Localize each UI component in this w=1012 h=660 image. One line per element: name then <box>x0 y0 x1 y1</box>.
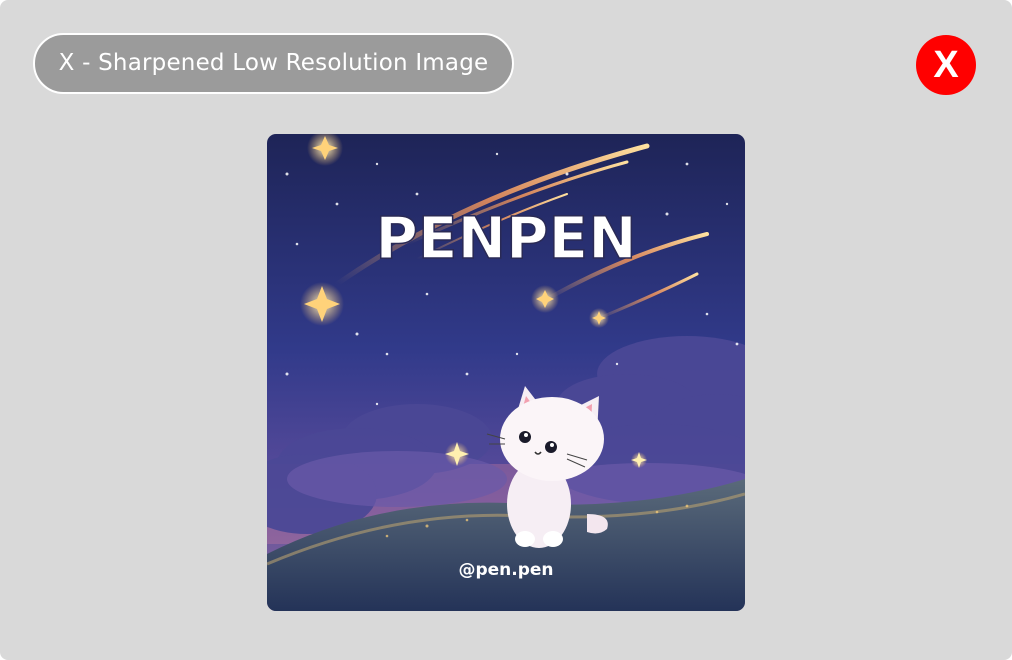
artwork-title: PENPEN <box>375 204 636 272</box>
artwork-handle: @pen.pen <box>458 560 553 580</box>
preview-image: PENPEN @pen.pen <box>267 134 745 611</box>
image-preview-dialog: X - Sharpened Low Resolution Image X PEN… <box>0 0 1012 660</box>
night-sky-cat-illustration: PENPEN @pen.pen <box>267 134 745 611</box>
close-button[interactable]: X <box>916 35 976 95</box>
dialog-title: X - Sharpened Low Resolution Image <box>33 33 514 94</box>
